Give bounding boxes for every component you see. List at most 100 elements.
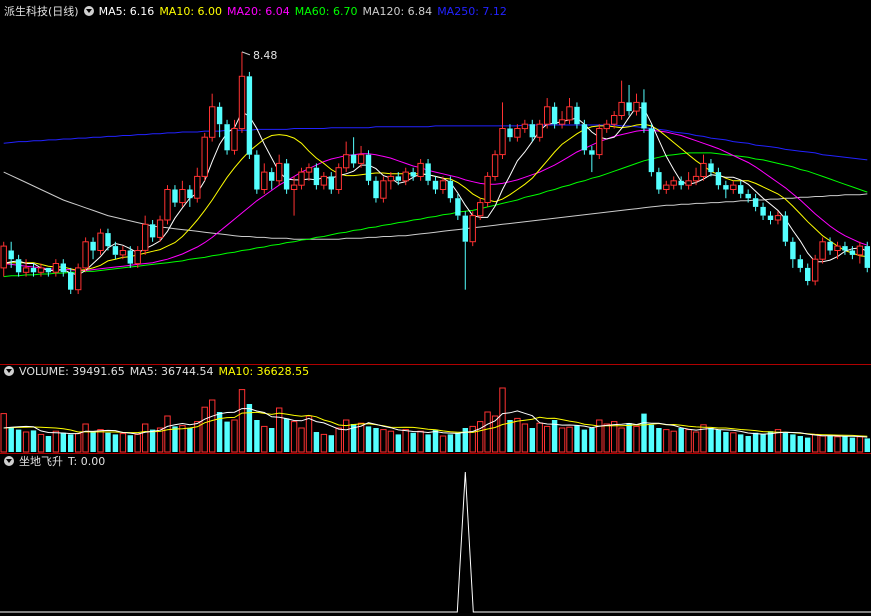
volume-bar-down xyxy=(782,432,789,452)
volume-bar-down xyxy=(373,428,379,452)
candle-body-up xyxy=(499,128,506,156)
volume-bar-up xyxy=(261,425,268,453)
volume-bar-down xyxy=(127,435,133,452)
legend-ma20: MA20: 6.04 xyxy=(227,5,290,18)
candle-body-down xyxy=(797,259,803,268)
candle-body-down xyxy=(507,128,513,138)
volume-bar-up xyxy=(52,430,60,453)
volume-bar-down xyxy=(395,434,401,452)
candle-body-up xyxy=(670,180,677,186)
volume-bar-up xyxy=(119,433,127,453)
volume-bar-up xyxy=(477,421,484,453)
dropdown-icon[interactable] xyxy=(4,366,14,376)
volume-bar-down xyxy=(105,432,111,452)
candle-body-up xyxy=(156,219,164,238)
volume-bar-down xyxy=(752,432,759,452)
candle-body-up xyxy=(856,245,864,256)
candle-body-up xyxy=(164,189,171,221)
candle-body-down xyxy=(723,185,729,190)
volume-bar-up xyxy=(596,419,603,453)
volume-bar-down xyxy=(790,434,796,452)
volume-bar-down xyxy=(68,434,74,452)
candle-body-up xyxy=(343,154,350,169)
volume-bar-up xyxy=(856,436,864,453)
volume-bar-down xyxy=(626,423,632,452)
volume-bar-up xyxy=(521,423,529,453)
chart-background xyxy=(0,0,871,616)
stock-chart[interactable]: 8.48 xyxy=(0,0,871,616)
candle-body-down xyxy=(68,272,74,290)
volume-bar-down xyxy=(187,428,193,452)
candle-body-down xyxy=(45,267,52,273)
candle-body-up xyxy=(700,162,707,177)
volume-bar-down xyxy=(715,429,722,452)
volume-bar-down xyxy=(60,432,66,452)
volume-bar-up xyxy=(514,417,521,453)
vol-legend-ma5: MA5: 36744.54 xyxy=(129,365,214,378)
candle-body-down xyxy=(90,241,96,251)
candle-body-up xyxy=(261,171,268,191)
candle-body-up xyxy=(201,136,208,177)
candle-body-up xyxy=(22,267,30,273)
candle-body-down xyxy=(790,241,796,260)
volume-bar-down xyxy=(283,418,290,452)
volume-bar-up xyxy=(834,436,841,453)
volume-bar-up xyxy=(238,389,246,453)
volume-bar-up xyxy=(134,433,141,453)
candle-body-up xyxy=(477,202,484,217)
candle-body-down xyxy=(350,154,357,164)
volume-bar-down xyxy=(90,432,96,452)
candle-body-up xyxy=(618,101,625,117)
candle-body-up xyxy=(119,250,127,256)
candle-body-down xyxy=(581,124,588,151)
volume-bar-down xyxy=(574,425,580,452)
candle-body-up xyxy=(380,180,387,199)
candle-body-down xyxy=(641,102,647,129)
candle-body-up xyxy=(685,180,692,186)
volume-bar-up xyxy=(417,430,424,453)
candle-body-up xyxy=(276,162,283,182)
volume-bar-down xyxy=(507,420,513,452)
dropdown-icon[interactable] xyxy=(83,6,94,16)
volume-bar-up xyxy=(209,399,216,453)
candle-body-down xyxy=(551,106,558,125)
candle-body-down xyxy=(529,124,535,138)
candle-body-down xyxy=(447,180,454,199)
volume-bar-down xyxy=(313,432,320,452)
volume-bar-down xyxy=(112,434,119,452)
dropdown-icon[interactable] xyxy=(4,456,14,466)
candle-body-down xyxy=(224,124,230,151)
volume-bar-down xyxy=(447,434,454,452)
volume-bar-down xyxy=(172,426,178,452)
candle-body-up xyxy=(663,184,670,191)
candle-body-down xyxy=(656,172,662,190)
volume-bar-down xyxy=(678,428,684,452)
candle-body-down xyxy=(269,172,275,181)
candle-body-up xyxy=(834,245,841,252)
candle-body-up xyxy=(0,245,7,269)
volume-bar-up xyxy=(380,429,387,453)
volume-bar-down xyxy=(45,436,52,452)
candle-body-down xyxy=(842,246,848,251)
volume-bar-up xyxy=(730,432,737,453)
candle-body-up xyxy=(75,267,82,291)
candle-body-down xyxy=(745,193,751,199)
candle-body-down xyxy=(782,215,789,242)
volume-bar-down xyxy=(328,435,334,452)
candle-body-down xyxy=(187,189,193,199)
candle-body-up xyxy=(97,232,104,252)
volume-bar-down xyxy=(30,430,37,452)
volume-bar-down xyxy=(648,424,655,452)
candle-body-up xyxy=(402,171,409,182)
volume-bar-down xyxy=(708,428,714,452)
volume-bar-down xyxy=(529,428,535,452)
volume-bar-up xyxy=(276,407,283,453)
candle-body-up xyxy=(142,223,149,251)
candle-body-up xyxy=(484,175,491,203)
candle-body-down xyxy=(432,180,439,190)
volume-bar-down xyxy=(8,428,14,452)
volume-bar-up xyxy=(0,413,7,453)
volume-bar-up xyxy=(164,415,171,453)
candle-body-down xyxy=(30,267,37,273)
volume-bar-up xyxy=(22,431,30,453)
